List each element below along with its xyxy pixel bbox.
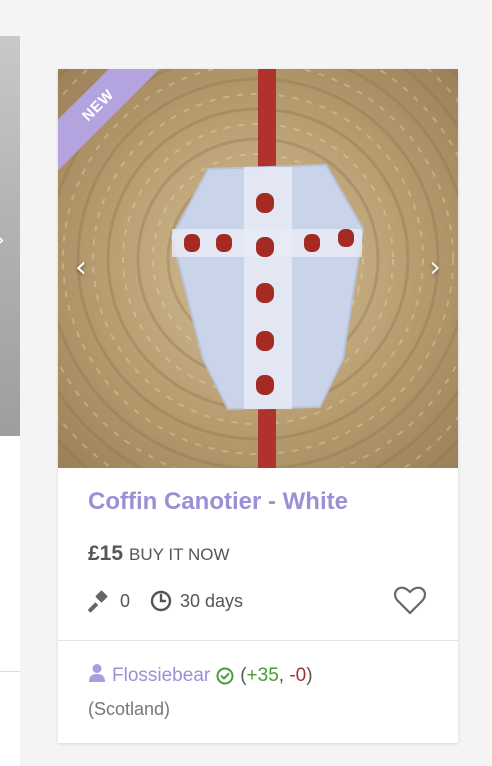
chevron-right-icon: › (429, 249, 441, 285)
image-next-button[interactable]: › (420, 247, 450, 287)
seller-info: Flossiebear (+35, -0) (Scotland) (88, 663, 313, 720)
coffin-hat-illustration (170, 163, 365, 411)
verified-check-icon (216, 667, 234, 685)
feedback-close: ) (306, 665, 313, 686)
card-divider (58, 640, 458, 641)
seller-location: (Scotland) (88, 699, 171, 719)
time-left: 30 days (180, 590, 244, 611)
purchase-type: BUY IT NOW (129, 545, 230, 564)
listing-card[interactable]: NEW ‹ › Coffin Canotier - White £15 BUY … (58, 69, 458, 743)
watch-button[interactable] (392, 582, 428, 618)
listing-price: £15 (88, 542, 124, 565)
card-divider (0, 671, 20, 672)
feedback-negative: -0 (289, 665, 307, 686)
gavel-icon (88, 589, 112, 613)
chevron-left-icon: ‹ (75, 249, 87, 285)
bid-count: 0 (120, 590, 131, 611)
chevron-right-icon[interactable]: › (0, 228, 5, 253)
clock-icon (150, 590, 172, 612)
seller-feedback[interactable]: (+35, -0) (240, 665, 312, 687)
listing-image[interactable]: NEW ‹ › (58, 69, 458, 468)
heart-icon (393, 586, 427, 615)
listing-title[interactable]: Coffin Canotier - White (88, 488, 428, 520)
seller-name[interactable]: Flossiebear (112, 665, 210, 687)
price-row: £15 BUY IT NOW (88, 542, 428, 566)
image-prev-button[interactable]: ‹ (66, 247, 96, 287)
previous-listing-card[interactable]: › (0, 36, 20, 766)
feedback-separator: , (278, 665, 290, 686)
feedback-positive: +35 (246, 665, 279, 686)
listing-meta: 0 30 days (88, 586, 428, 616)
user-icon (88, 663, 106, 689)
